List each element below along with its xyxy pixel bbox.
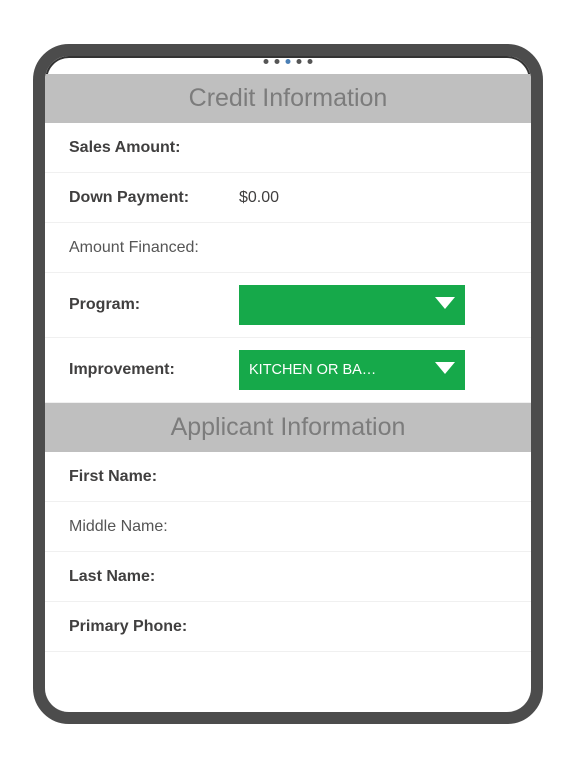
label-middle-name: Middle Name: (69, 518, 239, 536)
label-amount-financed: Amount Financed: (69, 239, 239, 257)
row-primary-phone[interactable]: Primary Phone: (45, 602, 531, 652)
chevron-down-icon (433, 360, 457, 380)
row-sales-amount[interactable]: Sales Amount: (45, 123, 531, 173)
label-down-payment: Down Payment: (69, 189, 239, 207)
section-header-credit: Credit Information (45, 74, 531, 123)
program-dropdown[interactable] (239, 285, 465, 325)
label-last-name: Last Name: (69, 568, 239, 586)
row-program: Program: (45, 273, 531, 338)
value-down-payment: $0.00 (239, 189, 279, 207)
improvement-selected-text: KITCHEN OR BA… (249, 362, 376, 378)
section-header-applicant: Applicant Information (45, 403, 531, 452)
label-primary-phone: Primary Phone: (69, 618, 239, 636)
row-improvement: Improvement: KITCHEN OR BA… (45, 338, 531, 403)
label-improvement: Improvement: (69, 361, 239, 379)
screen: Credit Information Sales Amount: Down Pa… (45, 74, 531, 712)
sensor-notch (264, 59, 313, 64)
sensor-dot (275, 59, 280, 64)
row-first-name[interactable]: First Name: (45, 452, 531, 502)
label-first-name: First Name: (69, 468, 239, 486)
row-middle-name[interactable]: Middle Name: (45, 502, 531, 552)
tablet-frame: Credit Information Sales Amount: Down Pa… (33, 44, 543, 724)
label-program: Program: (69, 296, 239, 314)
sensor-dot (308, 59, 313, 64)
row-last-name[interactable]: Last Name: (45, 552, 531, 602)
row-amount-financed[interactable]: Amount Financed: (45, 223, 531, 273)
label-sales-amount: Sales Amount: (69, 139, 239, 157)
sensor-dot (286, 59, 291, 64)
chevron-down-icon (433, 295, 457, 315)
sensor-dot (297, 59, 302, 64)
row-down-payment[interactable]: Down Payment: $0.00 (45, 173, 531, 223)
sensor-dot (264, 59, 269, 64)
improvement-dropdown[interactable]: KITCHEN OR BA… (239, 350, 465, 390)
